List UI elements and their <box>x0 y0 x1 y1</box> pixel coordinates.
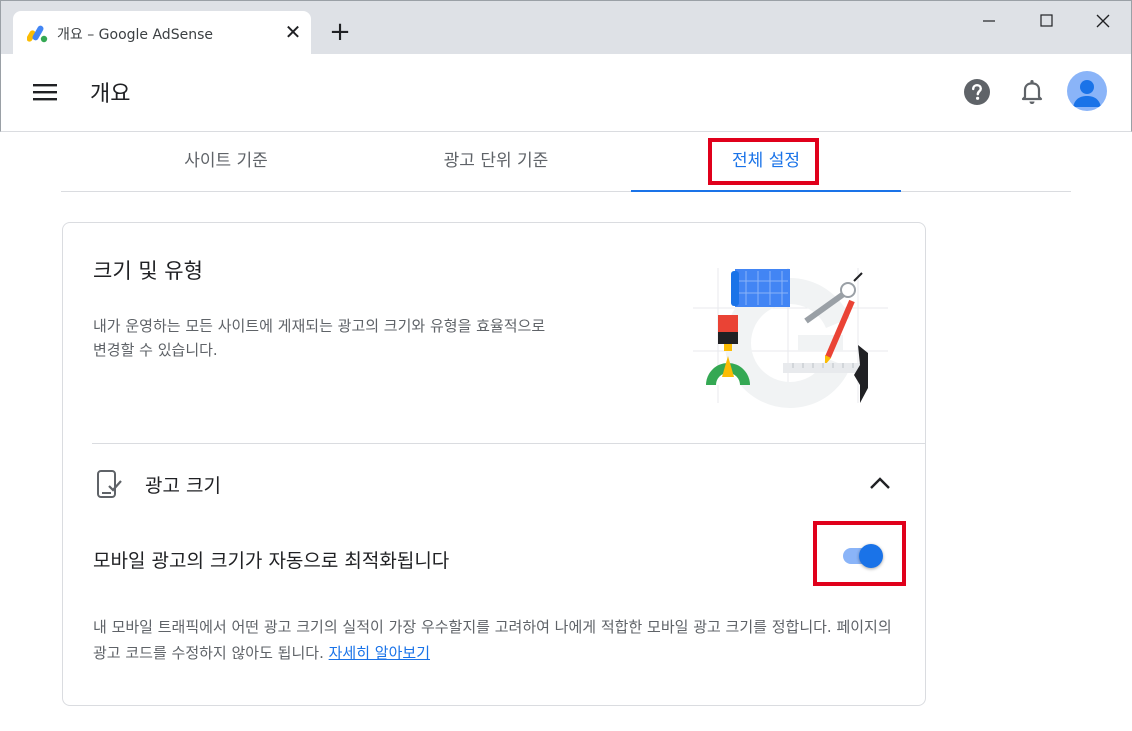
browser-chrome: 개요 – Google AdSense ✕ + <box>0 0 1132 55</box>
adsense-logo-icon <box>27 25 48 43</box>
setting-description: 내 모바일 트래픽에서 어떤 광고 크기의 실적이 가장 우수할지를 고려하여 … <box>93 614 893 666</box>
chevron-up-icon[interactable] <box>867 473 893 493</box>
design-tools-illustration <box>693 268 888 408</box>
maximize-window-icon[interactable] <box>1026 7 1066 35</box>
card-title: 크기 및 유형 <box>93 259 203 283</box>
active-tab-indicator <box>631 190 901 192</box>
tab-by-site[interactable]: 사이트 기준 <box>61 133 391 191</box>
page-title: 개요 <box>90 82 131 107</box>
card-description: 내가 운영하는 모든 사이트에 게재되는 광고의 크기와 유형을 효율적으로 변… <box>93 317 546 359</box>
tab-label: 사이트 기준 <box>184 151 268 171</box>
person-icon <box>1073 80 1101 107</box>
learn-more-link[interactable]: 자세히 알아보기 <box>329 644 430 662</box>
close-tab-icon[interactable]: ✕ <box>283 21 303 43</box>
new-tab-button[interactable]: + <box>327 19 353 45</box>
app-header: 개요 <box>0 54 1132 132</box>
section-divider <box>92 443 926 444</box>
highlight-box-tab <box>708 138 819 185</box>
mobile-check-icon <box>97 470 122 498</box>
size-and-type-card: 크기 및 유형 내가 운영하는 모든 사이트에 게재되는 광고의 크기와 유형을… <box>62 222 926 706</box>
notifications-bell-icon[interactable] <box>1019 78 1045 106</box>
account-avatar[interactable] <box>1067 71 1107 111</box>
browser-tab[interactable]: 개요 – Google AdSense ✕ <box>13 11 311 55</box>
view-tabs: 사이트 기준 광고 단위 기준 전체 설정 <box>61 133 1071 192</box>
ad-size-section-title: 광고 크기 <box>145 475 221 497</box>
tab-by-ad-unit[interactable]: 광고 단위 기준 <box>361 133 631 191</box>
setting-description-text: 내 모바일 트래픽에서 어떤 광고 크기의 실적이 가장 우수할지를 고려하여 … <box>93 618 892 662</box>
menu-icon[interactable] <box>33 82 57 102</box>
tab-label: 광고 단위 기준 <box>443 151 549 171</box>
help-icon[interactable] <box>963 78 991 106</box>
tab-title: 개요 – Google AdSense <box>57 27 213 43</box>
auto-optimize-setting-label: 모바일 광고의 크기가 자동으로 최적화됩니다 <box>93 550 450 572</box>
close-window-icon[interactable] <box>1083 7 1123 35</box>
minimize-window-icon[interactable] <box>969 7 1009 35</box>
highlight-box-toggle <box>813 521 906 586</box>
